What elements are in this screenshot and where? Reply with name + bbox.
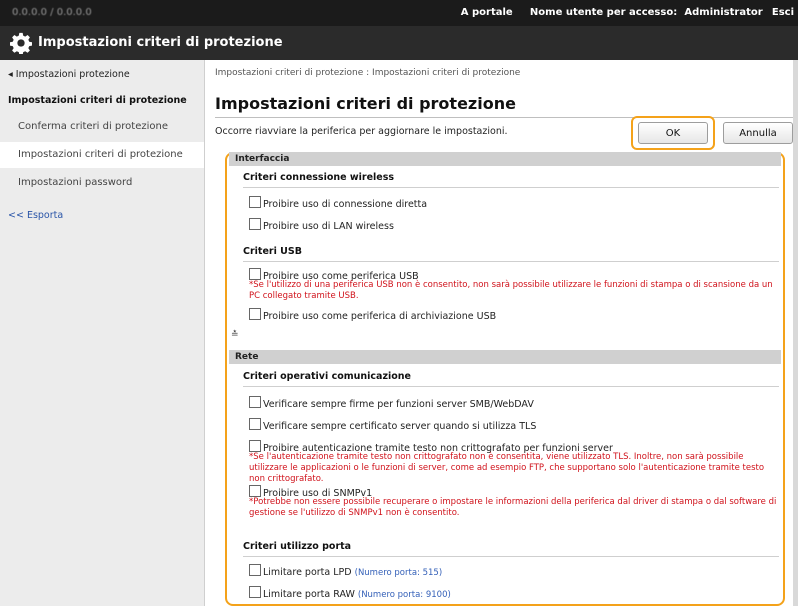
user-name: Administrator bbox=[684, 7, 763, 18]
tls-cert-label: Verificare sempre certificato server qua… bbox=[263, 421, 537, 432]
wireless-lan-label: Proibire uso di LAN wireless bbox=[263, 221, 394, 232]
top-bar: 0.0.0.0 / 0.0.0.0 A portale Nome utente … bbox=[0, 0, 798, 26]
sidebar-item-password[interactable]: Impostazioni password bbox=[0, 170, 204, 196]
portal-link[interactable]: A portale bbox=[461, 7, 513, 18]
checkbox[interactable] bbox=[249, 308, 261, 320]
checkbox[interactable] bbox=[249, 218, 261, 230]
lpd-port-row[interactable]: Limitare porta LPD (Numero porta: 515) bbox=[249, 564, 442, 578]
cancel-button[interactable]: Annulla bbox=[723, 122, 793, 144]
export-link[interactable]: << Esporta bbox=[8, 210, 63, 221]
page-title: Impostazioni criteri di protezione bbox=[215, 94, 516, 113]
sidebar-back-link[interactable]: ◂ Impostazioni protezione bbox=[0, 62, 204, 88]
port-heading: Criteri utilizzo porta bbox=[243, 541, 352, 552]
wireless-divider bbox=[243, 187, 779, 188]
checkbox[interactable] bbox=[249, 564, 261, 576]
section-rete: Rete bbox=[229, 350, 781, 364]
snmpv1-warning: *Potrebbe non essere possibile recuperar… bbox=[249, 497, 777, 518]
usb-warning: *Se l'utilizzo di una periferica USB non… bbox=[249, 280, 773, 301]
sidebar-item-impostazioni[interactable]: Impostazioni criteri di protezione bbox=[0, 142, 204, 168]
sidebar-group-title[interactable]: Impostazioni criteri di protezione bbox=[0, 88, 204, 114]
checkbox[interactable] bbox=[249, 586, 261, 598]
scrollbar[interactable] bbox=[793, 60, 798, 606]
top-bar-right: A portale Nome utente per accesso: Admin… bbox=[447, 7, 794, 18]
checkbox[interactable] bbox=[249, 268, 261, 280]
raw-port-label: Limitare porta RAW bbox=[263, 589, 355, 600]
wireless-lan-row[interactable]: Proibire uso di LAN wireless bbox=[249, 218, 394, 232]
smb-signature-row[interactable]: Verificare sempre firme per funzioni ser… bbox=[249, 396, 534, 410]
lpd-port-number: (Numero porta: 515) bbox=[354, 568, 443, 578]
wireless-direct-row[interactable]: Proibire uso di connessione diretta bbox=[249, 196, 427, 210]
plaintext-warning: *Se l'autenticazione tramite testo non c… bbox=[249, 452, 765, 484]
breadcrumb: Impostazioni criteri di protezione : Imp… bbox=[215, 68, 521, 78]
section-interfaccia: Interfaccia bbox=[229, 152, 781, 166]
window-title: Impostazioni criteri di protezione bbox=[38, 35, 283, 50]
raw-port-number: (Numero porta: 9100) bbox=[357, 590, 451, 600]
anchor-icon: ≛ bbox=[231, 330, 239, 340]
checkbox[interactable] bbox=[249, 440, 261, 452]
checkbox[interactable] bbox=[249, 196, 261, 208]
user-label: Nome utente per accesso: bbox=[529, 7, 678, 18]
comm-divider bbox=[243, 386, 779, 387]
sidebar-item-conferma[interactable]: Conferma criteri di protezione bbox=[0, 114, 204, 140]
lpd-port-label: Limitare porta LPD bbox=[263, 567, 352, 578]
checkbox[interactable] bbox=[249, 396, 261, 408]
logout-link[interactable]: Esci bbox=[772, 7, 794, 18]
usb-divider bbox=[243, 261, 779, 262]
ok-button[interactable]: OK bbox=[638, 122, 708, 144]
comm-heading: Criteri operativi comunicazione bbox=[243, 371, 411, 382]
restart-notice: Occorre riavviare la periferica per aggi… bbox=[215, 126, 508, 137]
usb-storage-row[interactable]: Proibire uso come periferica di archivia… bbox=[249, 308, 496, 322]
main-content: Impostazioni criteri di protezione : Imp… bbox=[215, 60, 798, 606]
sidebar: ◂ Impostazioni protezione Impostazioni c… bbox=[0, 60, 205, 606]
raw-port-row[interactable]: Limitare porta RAW (Numero porta: 9100) bbox=[249, 586, 451, 600]
host-address: 0.0.0.0 / 0.0.0.0 bbox=[12, 7, 92, 18]
checkbox[interactable] bbox=[249, 418, 261, 430]
port-divider bbox=[243, 556, 779, 557]
title-bar: Impostazioni criteri di protezione bbox=[0, 26, 798, 60]
tls-cert-row[interactable]: Verificare sempre certificato server qua… bbox=[249, 418, 536, 432]
usb-storage-label: Proibire uso come periferica di archivia… bbox=[263, 311, 497, 322]
gear-icon bbox=[10, 32, 32, 54]
wireless-direct-label: Proibire uso di connessione diretta bbox=[263, 199, 428, 210]
checkbox[interactable] bbox=[249, 485, 261, 497]
smb-signature-label: Verificare sempre firme per funzioni ser… bbox=[263, 399, 534, 410]
usb-heading: Criteri USB bbox=[243, 246, 302, 257]
wireless-heading: Criteri connessione wireless bbox=[243, 172, 395, 183]
